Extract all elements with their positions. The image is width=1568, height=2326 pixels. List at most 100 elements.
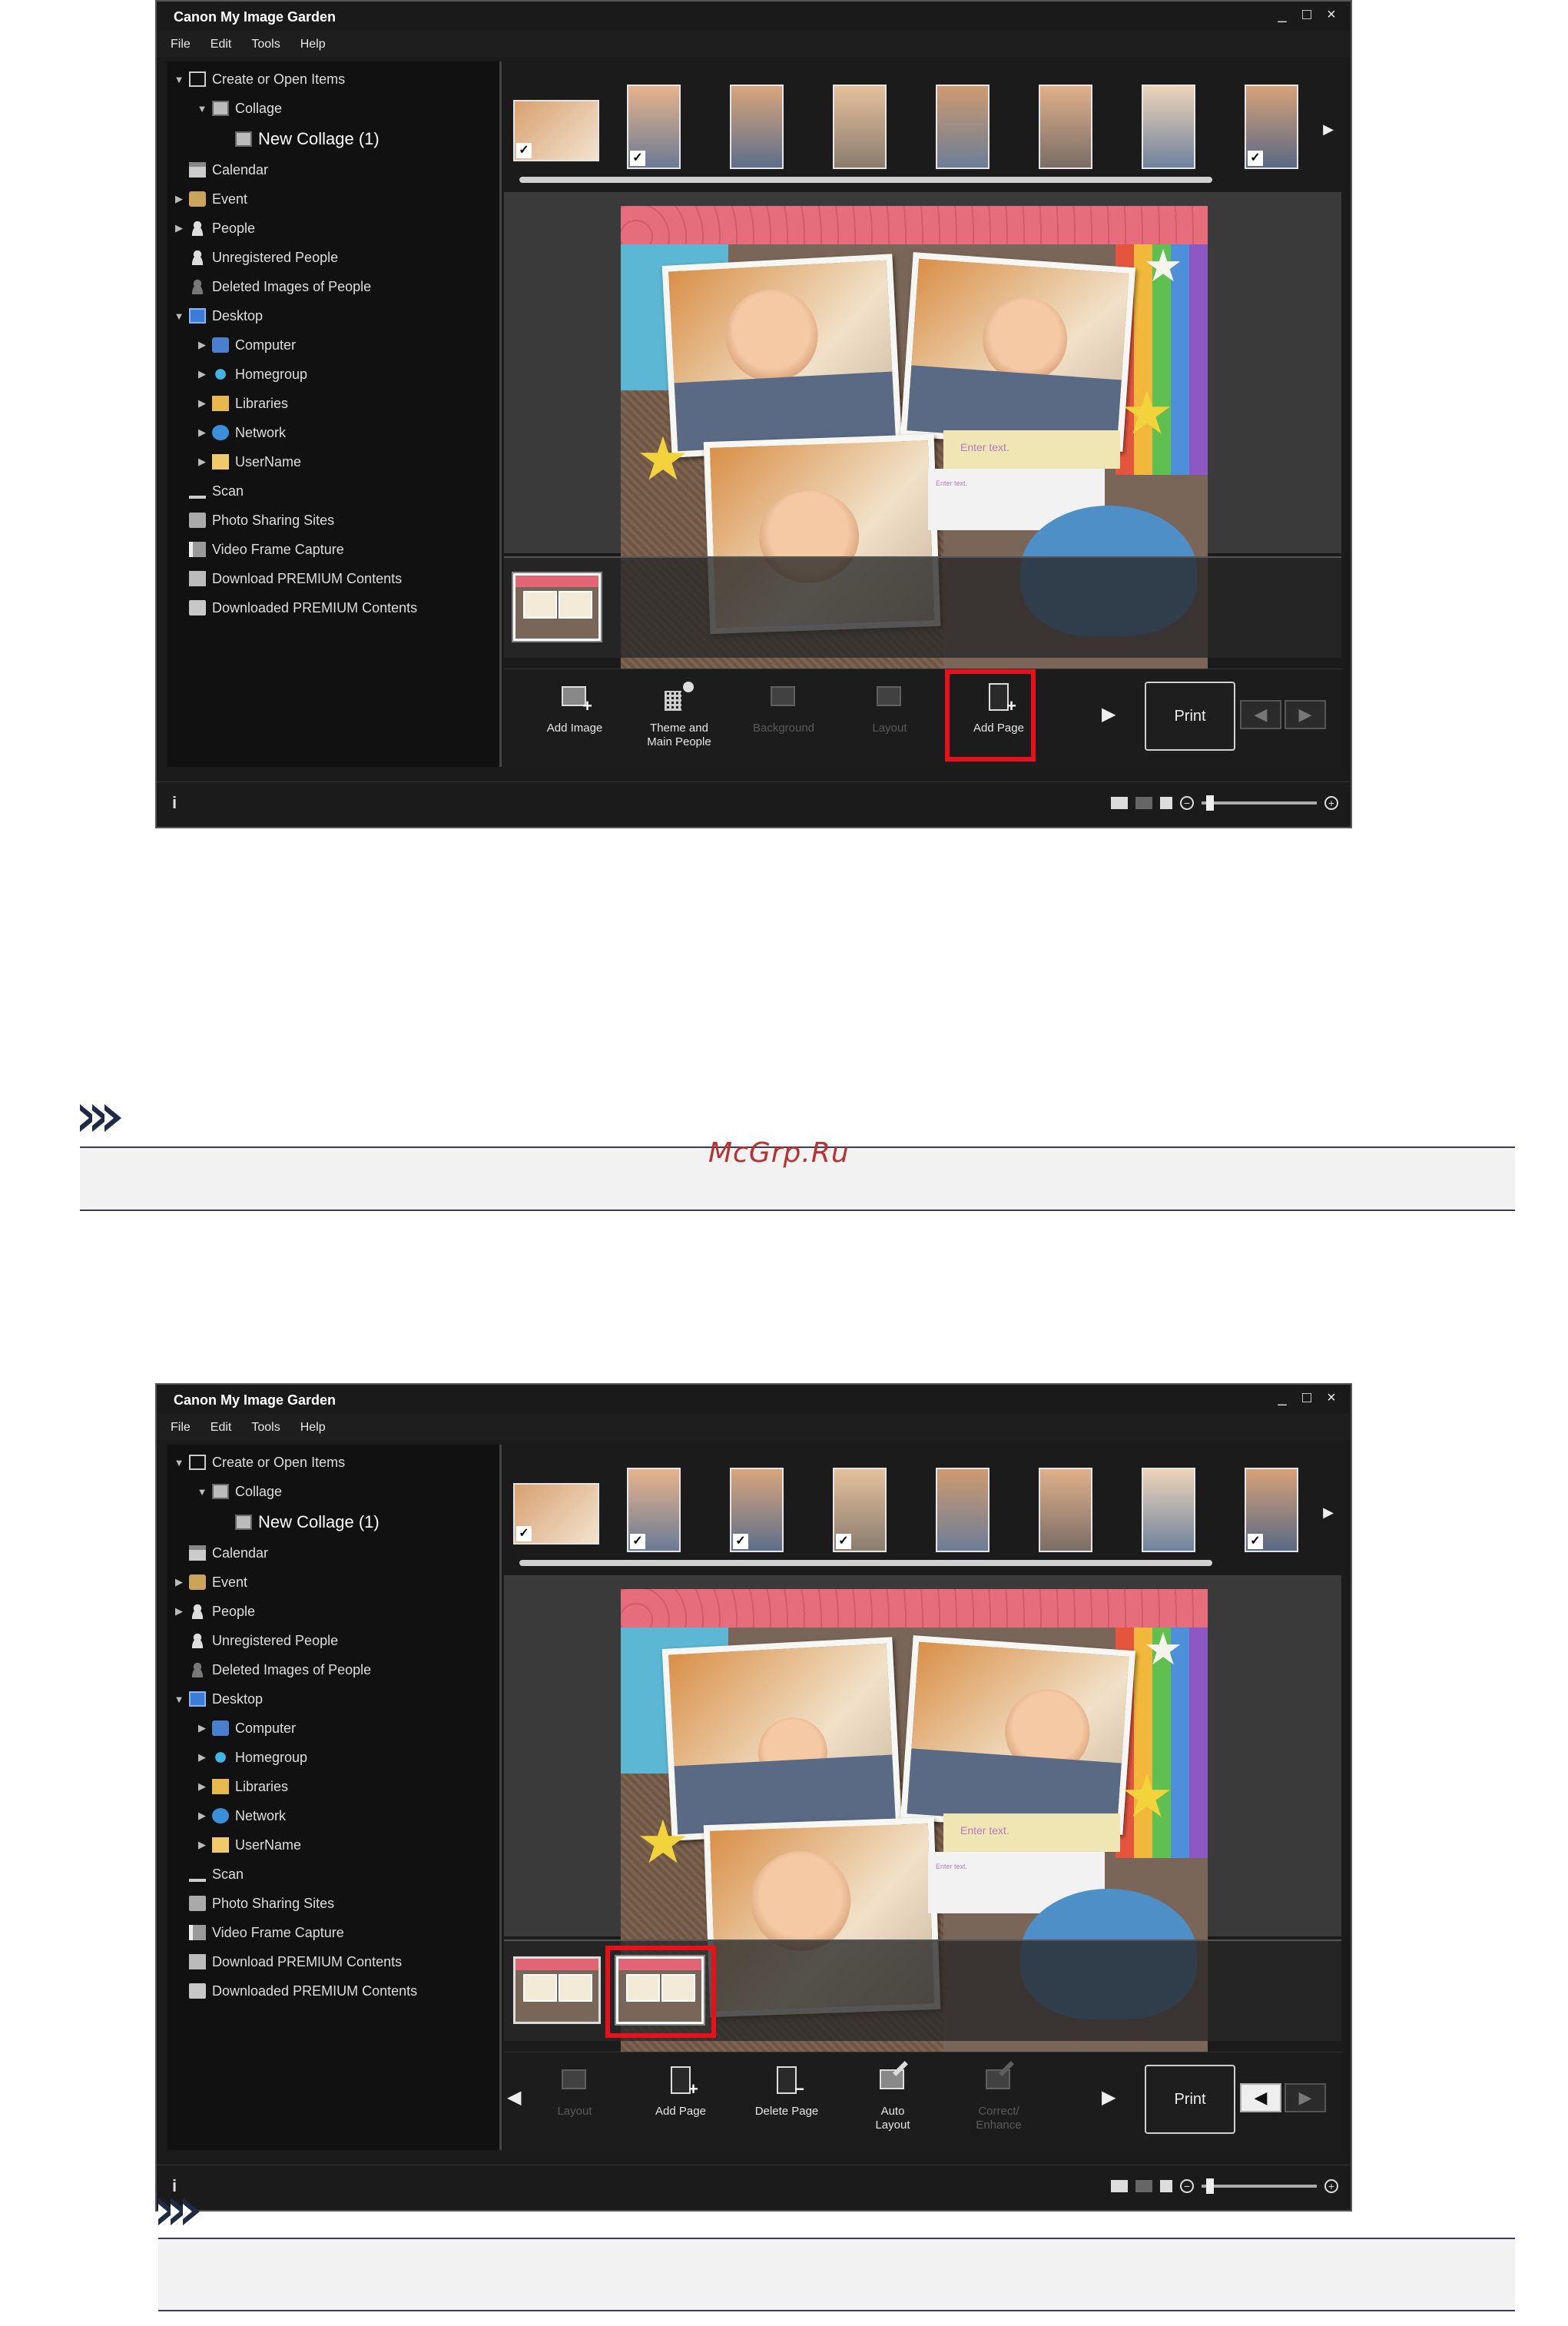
text-box[interactable]: Enter text.: [943, 1813, 1120, 1852]
expand-arrow-icon[interactable]: ▶: [172, 1605, 186, 1618]
previous-page-button[interactable]: ◀: [1240, 700, 1281, 729]
checkmark-icon[interactable]: ✓: [1248, 151, 1263, 166]
expand-arrow-icon[interactable]: ▼: [172, 1694, 186, 1705]
single-view-icon[interactable]: [1111, 2180, 1128, 2192]
image-thumbnail[interactable]: [1039, 85, 1092, 169]
sidebar-item-computer[interactable]: ▶ Computer: [195, 1715, 296, 1741]
minimize-button[interactable]: _: [1274, 1389, 1291, 1406]
sidebar-item-download-premium[interactable]: Download PREMIUM Contents: [186, 1949, 402, 1975]
layout-button[interactable]: Layout: [530, 2057, 619, 2142]
menu-help[interactable]: Help: [300, 1414, 346, 1440]
zoom-slider-thumb[interactable]: [1206, 795, 1214, 811]
image-thumbnail[interactable]: ✓: [1245, 1468, 1298, 1552]
sidebar-item-create-or-open[interactable]: ▼ Create or Open Items: [172, 1449, 345, 1475]
photo-frame-1[interactable]: [661, 1637, 903, 1841]
menu-file[interactable]: File: [171, 31, 211, 57]
delete-page-button[interactable]: − Delete Page: [742, 2057, 831, 2142]
sidebar-item-desktop[interactable]: ▼ Desktop: [172, 303, 263, 329]
sidebar-item-network[interactable]: ▶ Network: [195, 420, 286, 446]
image-thumbnail[interactable]: ✓: [627, 85, 681, 169]
expand-arrow-icon[interactable]: ▶: [195, 1810, 209, 1822]
sidebar-item-calendar[interactable]: Calendar: [186, 1540, 268, 1566]
sidebar-item-photo-sharing[interactable]: Photo Sharing Sites: [186, 507, 334, 533]
expand-arrow-icon[interactable]: ▶: [172, 1576, 186, 1588]
zoom-in-icon[interactable]: +: [1324, 2179, 1338, 2193]
sidebar-item-new-collage[interactable]: New Collage (1): [232, 1509, 380, 1535]
sidebar-item-deleted-images[interactable]: Deleted Images of People: [186, 274, 371, 300]
sidebar-item-username[interactable]: ▶ UserName: [195, 1832, 301, 1858]
expand-arrow-icon[interactable]: ▶: [195, 397, 209, 410]
expand-arrow-icon[interactable]: ▼: [195, 103, 209, 114]
sidebar-item-homegroup[interactable]: ▶ Homegroup: [195, 1744, 307, 1770]
sidebar-item-people[interactable]: ▶ People: [172, 1598, 255, 1624]
add-page-button[interactable]: + Add Page: [636, 2057, 725, 2142]
layout-button[interactable]: Layout: [845, 674, 934, 758]
expand-arrow-icon[interactable]: ▶: [172, 222, 186, 234]
checkmark-icon[interactable]: ✓: [630, 1534, 645, 1549]
sidebar-item-unregistered-people[interactable]: Unregistered People: [186, 244, 338, 270]
double-view-icon[interactable]: [1135, 2180, 1152, 2192]
next-page-button[interactable]: ▶: [1285, 700, 1326, 729]
checkmark-icon[interactable]: ✓: [630, 151, 645, 166]
image-thumbnail[interactable]: [730, 85, 784, 169]
auto-layout-button[interactable]: Auto Layout: [848, 2057, 937, 2142]
sidebar-item-downloaded-premium[interactable]: Downloaded PREMIUM Contents: [186, 1978, 417, 2004]
scroll-right-arrow-icon[interactable]: ▶: [1323, 121, 1334, 138]
image-thumbnail[interactable]: ✓: [730, 1468, 784, 1552]
sidebar-item-collage[interactable]: ▼ Collage: [195, 1478, 282, 1505]
photo-frame-2[interactable]: [900, 1635, 1136, 1835]
maximize-button[interactable]: □: [1298, 1389, 1315, 1406]
sidebar-item-libraries[interactable]: ▶ Libraries: [195, 1774, 288, 1800]
sidebar-item-username[interactable]: ▶ UserName: [195, 449, 301, 475]
image-thumbnail[interactable]: [1142, 1468, 1195, 1552]
sidebar-item-scan[interactable]: Scan: [186, 478, 244, 504]
background-button[interactable]: Background: [739, 674, 828, 758]
image-thumbnail[interactable]: ✓: [1245, 85, 1298, 169]
scroll-right-arrow-icon[interactable]: ▶: [1323, 1505, 1334, 1521]
image-thumbnail[interactable]: [936, 1468, 990, 1552]
checkmark-icon[interactable]: ✓: [1248, 1534, 1263, 1549]
close-button[interactable]: ×: [1323, 1389, 1340, 1406]
sidebar-item-desktop[interactable]: ▼ Desktop: [172, 1686, 263, 1712]
zoom-out-icon[interactable]: −: [1180, 796, 1194, 810]
checkmark-icon[interactable]: ✓: [836, 1534, 851, 1549]
photo-frame-2[interactable]: [900, 252, 1136, 452]
zoom-slider[interactable]: [1202, 795, 1317, 811]
page-thumbnail-1[interactable]: [513, 1956, 601, 2024]
image-thumbnail[interactable]: [936, 85, 990, 169]
sidebar-item-computer[interactable]: ▶ Computer: [195, 332, 296, 358]
image-thumbnail[interactable]: ✓: [513, 100, 599, 161]
sidebar-item-collage[interactable]: ▼ Collage: [195, 95, 282, 121]
add-image-button[interactable]: + Add Image: [530, 674, 619, 758]
expand-arrow-icon[interactable]: ▶: [195, 1722, 209, 1734]
menu-tools[interactable]: Tools: [251, 31, 300, 57]
next-page-button[interactable]: ▶: [1285, 2083, 1326, 2112]
expand-arrow-icon[interactable]: ▶: [195, 426, 209, 439]
image-thumbnail[interactable]: [833, 85, 887, 169]
sidebar-item-create-or-open[interactable]: ▼ Create or Open Items: [172, 66, 345, 92]
menu-edit[interactable]: Edit: [211, 31, 252, 57]
expand-arrow-icon[interactable]: ▼: [195, 1486, 209, 1498]
sidebar-item-homegroup[interactable]: ▶ Homegroup: [195, 361, 307, 387]
info-icon[interactable]: i: [172, 793, 177, 813]
sidebar-item-event[interactable]: ▶ Event: [172, 1569, 247, 1595]
thumbnail-scrollbar[interactable]: [519, 177, 1212, 183]
image-thumbnail[interactable]: ✓: [833, 1468, 887, 1552]
photo-frame-1[interactable]: [661, 254, 903, 458]
menu-tools[interactable]: Tools: [251, 1414, 300, 1440]
sidebar-item-libraries[interactable]: ▶ Libraries: [195, 390, 288, 416]
previous-page-button[interactable]: ◀: [1240, 2083, 1281, 2112]
menu-help[interactable]: Help: [300, 31, 346, 57]
checkmark-icon[interactable]: ✓: [516, 143, 532, 158]
sidebar-item-unregistered-people[interactable]: Unregistered People: [186, 1628, 338, 1654]
checkmark-icon[interactable]: ✓: [516, 1526, 532, 1541]
expand-arrow-icon[interactable]: ▼: [172, 310, 186, 322]
toolbar-next-arrow-icon[interactable]: ▶: [1102, 2086, 1116, 2109]
checkmark-icon[interactable]: ✓: [733, 1534, 748, 1549]
sidebar-item-scan[interactable]: Scan: [186, 1861, 244, 1887]
zoom-slider-thumb[interactable]: [1206, 2178, 1214, 2194]
expand-arrow-icon[interactable]: ▶: [195, 456, 209, 468]
sidebar-item-video-capture[interactable]: Video Frame Capture: [186, 1920, 344, 1946]
text-box[interactable]: Enter text.: [943, 430, 1120, 469]
expand-arrow-icon[interactable]: ▶: [172, 193, 186, 205]
